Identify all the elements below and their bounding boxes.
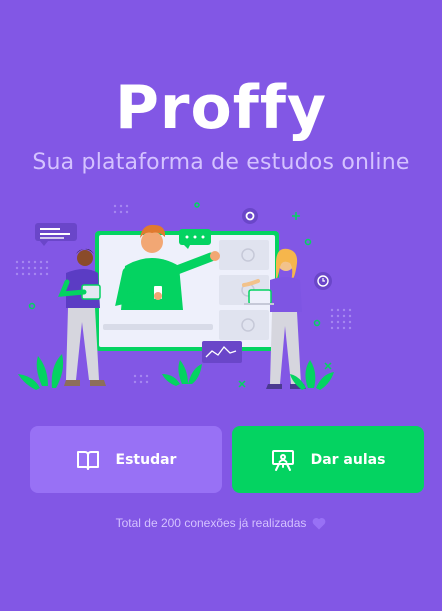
landing-illustration [15,202,352,390]
proffy-logo: Proffy [114,73,328,143]
presentation-board-icon [271,448,295,472]
total-connections-text: Total de 200 conexões já realizadas [115,516,307,530]
tagline: Sua plataforma de estudos online [32,150,410,175]
total-connections: Total de 200 conexões já realizadas [0,516,442,530]
open-book-icon [76,448,100,472]
study-button-label: Estudar [115,451,177,468]
teach-button-label: Dar aulas [310,451,386,468]
teach-button[interactable]: Dar aulas [232,426,424,493]
purple-heart-icon [312,517,326,530]
study-button[interactable]: Estudar [30,426,222,493]
